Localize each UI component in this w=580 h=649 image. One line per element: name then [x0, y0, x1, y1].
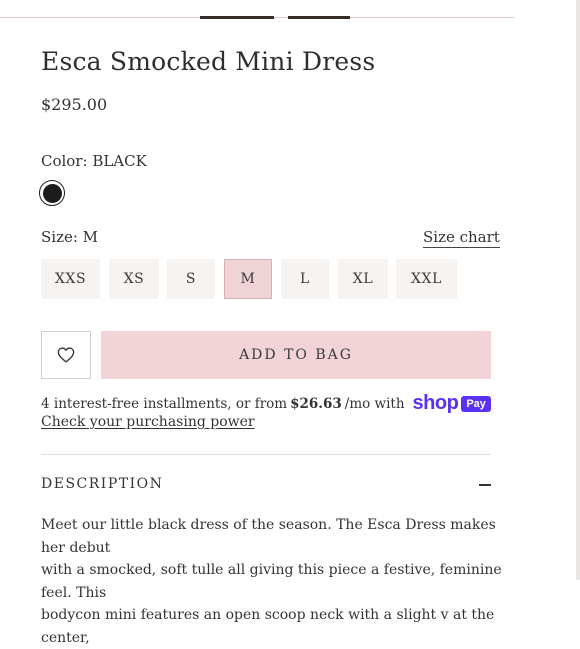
add-to-bag-button[interactable]: ADD TO BAG	[101, 331, 491, 379]
description-body: Meet our little black dress of the seaso…	[41, 514, 511, 649]
heart-icon	[57, 347, 75, 363]
shop-pay-badge: Pay	[461, 395, 491, 412]
size-chart-link[interactable]: Size chart	[423, 228, 500, 248]
size-label: Size: M	[41, 228, 99, 246]
description-line: with a smocked, soft tulle all giving th…	[41, 562, 502, 601]
size-option-l[interactable]: L	[281, 259, 329, 299]
size-option-xxs[interactable]: XXS	[41, 259, 100, 299]
description-line: bodycon mini features an open scoop neck…	[41, 607, 495, 646]
installments-text: 4 interest-free installments, or from	[41, 395, 288, 412]
shop-pay-logo: shop	[412, 392, 459, 414]
description-heading[interactable]: DESCRIPTION	[41, 476, 163, 492]
installment-amount: $26.63	[290, 395, 342, 412]
description-divider	[41, 454, 491, 455]
product-title: Esca Smocked Mini Dress	[41, 47, 376, 76]
size-option-xl[interactable]: XL	[338, 259, 388, 299]
minus-icon[interactable]	[479, 484, 491, 486]
size-option-s[interactable]: S	[167, 259, 215, 299]
swatch-fill	[42, 183, 62, 203]
size-option-xs[interactable]: XS	[109, 259, 159, 299]
color-label: Color: BLACK	[41, 152, 147, 170]
description-line: Meet our little black dress of the seaso…	[41, 517, 496, 556]
wishlist-button[interactable]	[41, 331, 91, 379]
color-swatch-black[interactable]	[39, 180, 65, 206]
product-price: $295.00	[41, 95, 108, 114]
installments-suffix: /mo with	[344, 395, 405, 412]
check-purchasing-power-link[interactable]: Check your purchasing power	[41, 414, 255, 430]
installments-message: 4 interest-free installments, or from $2…	[41, 392, 491, 415]
gallery-indicator[interactable]	[200, 16, 274, 19]
size-option-xxl[interactable]: XXL	[396, 259, 457, 299]
size-option-m[interactable]: M	[224, 259, 272, 299]
scrollbar-edge	[576, 0, 580, 580]
gallery-indicator[interactable]	[288, 16, 350, 19]
